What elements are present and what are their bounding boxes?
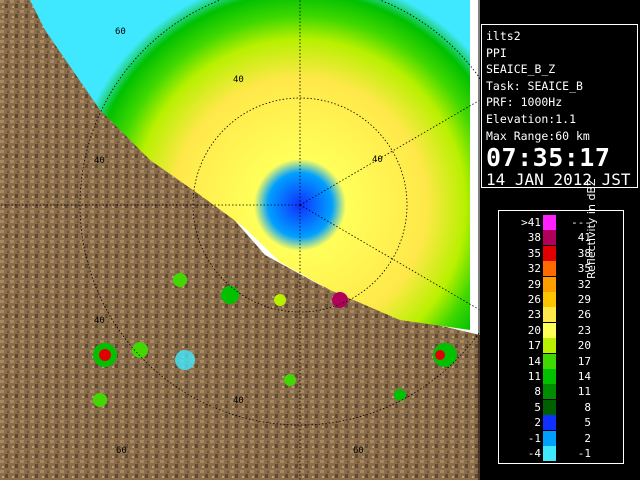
legend-row: 20 23: [499, 322, 623, 338]
legend-high-value: 2: [584, 431, 591, 445]
legend-low-value: 29: [527, 277, 541, 291]
legend-low-value: -4: [527, 447, 541, 460]
reflectivity-legend: >41 --- 38 41 35 38 32 35 29 32 26 29 23 26 20 23 17 20 14…: [498, 178, 624, 464]
legend-low-value: 35: [527, 246, 541, 260]
legend-high-value: 29: [577, 293, 591, 306]
legend-swatch: [543, 230, 556, 246]
legend-swatch: [543, 338, 556, 354]
legend-high-value: 8: [584, 400, 591, 414]
prf-value: PRF: 1000Hz: [486, 95, 563, 110]
legend-high-value: 26: [577, 308, 591, 322]
legend-low-value: 32: [527, 262, 541, 276]
range-label: 40: [233, 75, 244, 85]
range-label: 60: [353, 446, 364, 456]
legend-row: 26 29: [499, 292, 623, 307]
legend-row: 17 20: [499, 338, 623, 354]
legend-swatch: [543, 276, 556, 292]
radar-info-panel: ilts2 PPI SEAICE_B_Z Task: SEAICE_B PRF:…: [481, 24, 638, 190]
legend-row: 38 41: [499, 230, 623, 246]
task-name: Task: SEAICE_B: [486, 78, 583, 93]
legend-high-value: -1: [577, 447, 591, 460]
legend-low-value: -1: [527, 431, 541, 445]
legend-swatch: [543, 292, 556, 307]
legend-low-value: 14: [527, 354, 541, 368]
range-label: 40: [372, 155, 383, 165]
range-label: 40: [94, 316, 105, 326]
max-range-value: Max Range:60 km: [486, 128, 590, 143]
legend-row: -4 -1: [499, 446, 623, 461]
product-name: SEAICE_B_Z: [486, 62, 556, 77]
legend-swatch: [543, 322, 556, 338]
legend-low-value: 20: [527, 323, 541, 337]
elevation-value: Elevation:1.1: [486, 111, 577, 126]
radar-ppi-map: 60 40 40 40 40 60 40 60: [0, 0, 480, 480]
legend-swatch: [543, 307, 556, 323]
legend-title: Reflectivity in dBZ: [585, 178, 598, 279]
legend-high-value: 17: [577, 354, 591, 368]
legend-swatch: [543, 446, 556, 461]
legend-swatch: [543, 261, 556, 277]
legend-swatch: [543, 353, 556, 369]
legend-swatch: [543, 215, 556, 230]
scan-date: 14 JAN 2012 JST: [486, 170, 631, 190]
legend-row: 14 17: [499, 353, 623, 369]
legend-row: 23 26: [499, 307, 623, 323]
radar-name: ilts2: [486, 29, 521, 43]
legend-row: 29 32: [499, 276, 623, 292]
scan-mode: PPI: [486, 45, 507, 60]
legend-low-value: >41: [521, 216, 541, 229]
legend-swatch: [543, 399, 556, 415]
legend-high-value: 14: [577, 370, 591, 383]
legend-row: -1 2: [499, 430, 623, 446]
legend-row: 32 35: [499, 261, 623, 277]
legend-row: 11 14: [499, 369, 623, 384]
legend-high-value: 11: [577, 385, 591, 399]
legend-low-value: 26: [527, 293, 541, 306]
legend-row: 35 38: [499, 245, 623, 261]
range-label: 40: [233, 396, 244, 406]
range-label: 40: [94, 156, 105, 166]
legend-low-value: 11: [527, 370, 541, 383]
scan-time: 07:35:17: [486, 143, 611, 173]
legend-swatch: [543, 415, 556, 431]
legend-high-value: 5: [584, 416, 591, 430]
legend-swatch: [543, 384, 556, 400]
legend-row: >41 ---: [499, 215, 623, 230]
legend-row: 25: [499, 415, 623, 431]
legend-high-value: 20: [577, 339, 591, 353]
range-label: 60: [115, 27, 126, 37]
legend-row: 8 11: [499, 384, 623, 400]
legend-row: 58: [499, 399, 623, 415]
legend-swatch: [543, 430, 556, 446]
legend-low-value: 23: [527, 308, 541, 322]
legend-low-value: 2: [534, 416, 541, 430]
legend-low-value: 38: [527, 231, 541, 245]
legend-low-value: 8: [534, 385, 541, 399]
legend-swatch: [543, 369, 556, 384]
legend-low-value: 17: [527, 339, 541, 353]
legend-high-value: 23: [577, 323, 591, 337]
legend-swatch: [543, 245, 556, 261]
legend-low-value: 5: [534, 400, 541, 414]
range-label: 60: [116, 446, 127, 456]
